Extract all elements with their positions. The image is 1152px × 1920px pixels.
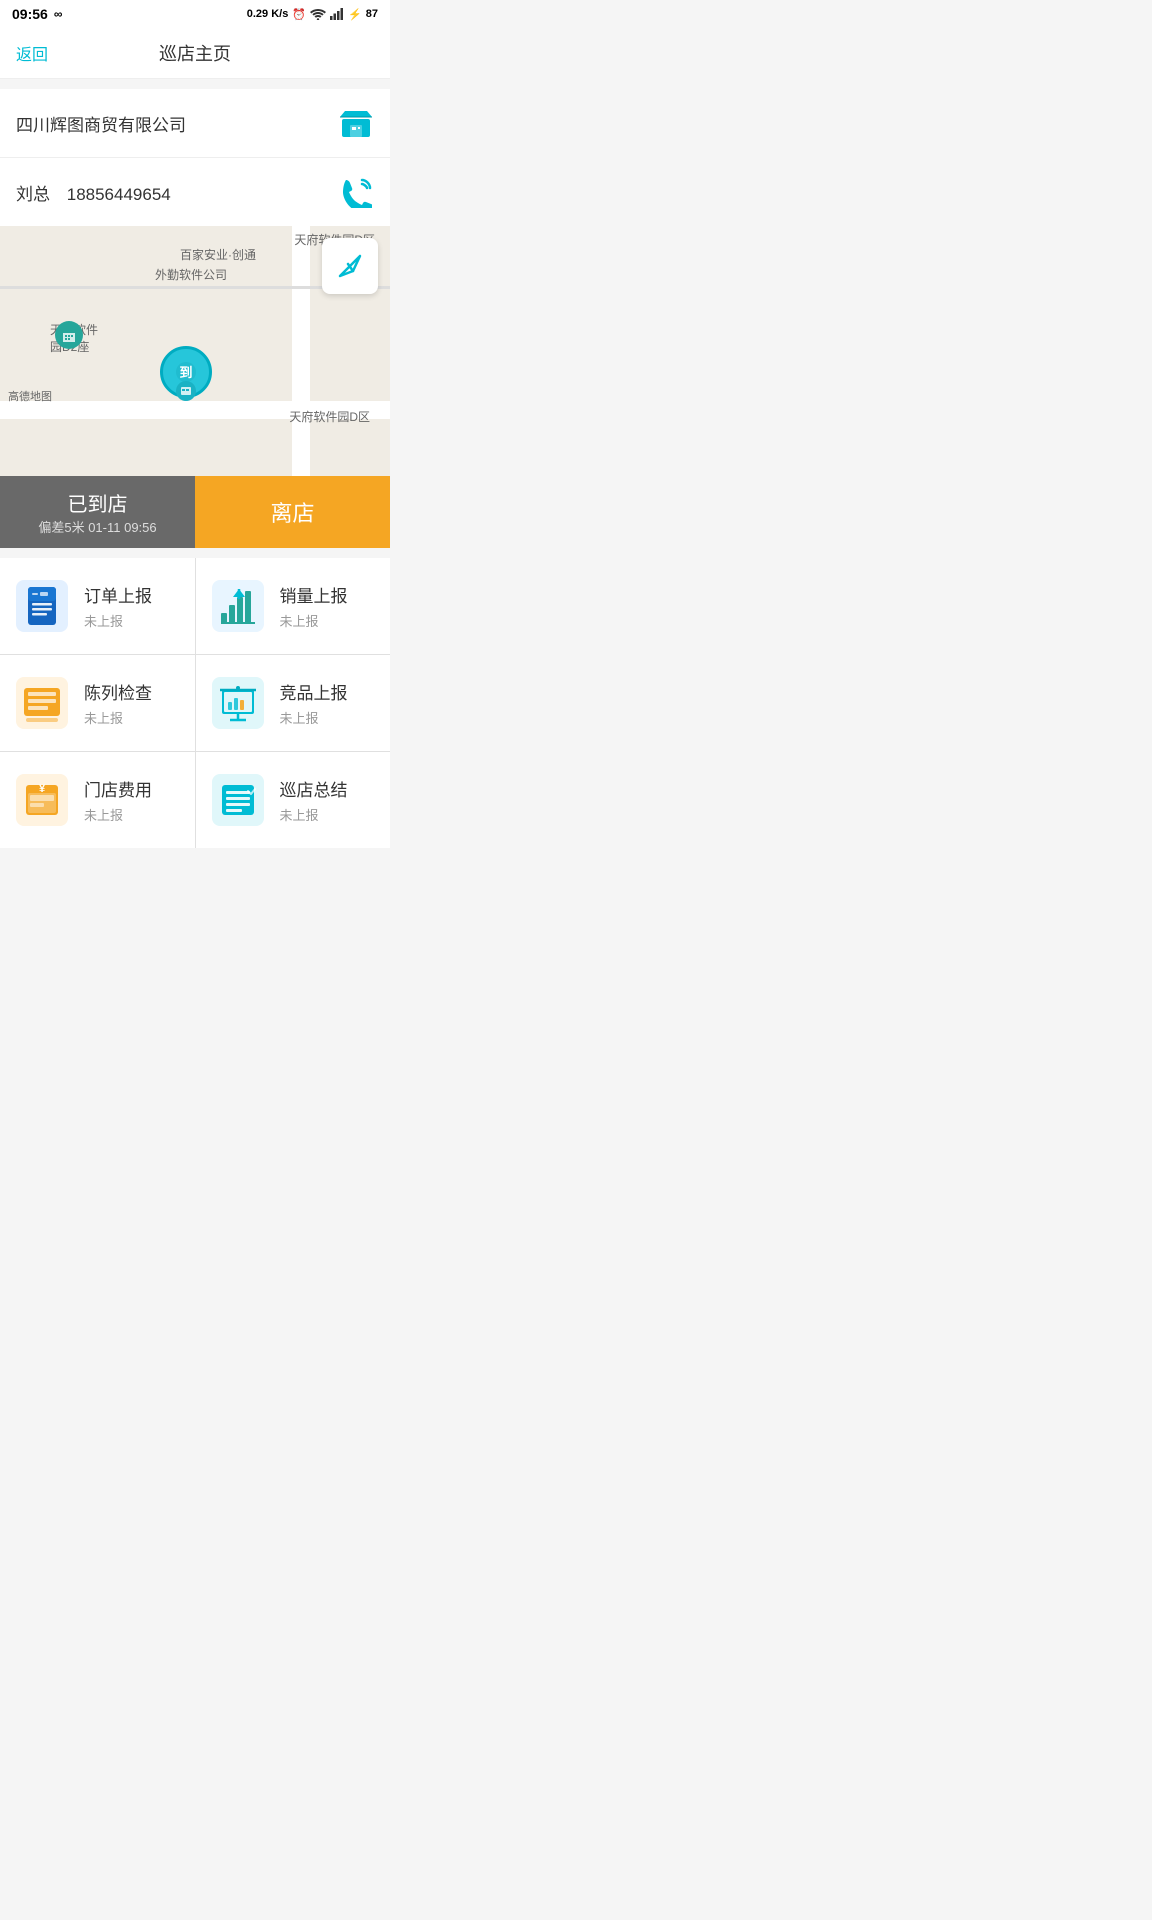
map-background: 百家安业·创通 外勤软件公司 天府软件园D区 天府软件 园D2座 天府软件园D区: [0, 226, 390, 476]
top-nav: 返回 巡店主页: [0, 28, 390, 79]
summary-status: 未上报: [280, 805, 348, 824]
poi-icon: [55, 321, 83, 349]
contact-row: 刘总 18856449654: [0, 158, 390, 226]
status-speed: 0.29 K/s: [247, 8, 289, 20]
expense-icon: ¥: [16, 774, 68, 826]
svg-text:¥: ¥: [39, 783, 46, 795]
marker-circle: 到: [160, 346, 212, 398]
summary-icon: [212, 774, 264, 826]
expense-status: 未上报: [84, 805, 152, 824]
menu-item-sales[interactable]: 销量上报 未上报: [196, 558, 391, 654]
order-text: 订单上报 未上报: [84, 582, 152, 630]
back-button[interactable]: 返回: [16, 41, 48, 65]
contact-phone: 18856449654: [67, 185, 171, 204]
store-name-row: 四川辉图商贸有限公司: [0, 89, 390, 158]
road-vertical: [292, 226, 310, 476]
competitor-title: 竞品上报: [280, 679, 348, 704]
sales-title: 销量上报: [280, 582, 348, 607]
status-signal-icon: [330, 8, 344, 20]
marker-sub-icon: [176, 381, 196, 401]
map-section: 百家安业·创通 外勤软件公司 天府软件园D区 天府软件 园D2座 天府软件园D区: [0, 226, 390, 548]
order-status: 未上报: [84, 611, 152, 630]
arrival-marker: 到: [160, 346, 212, 398]
status-charging-icon: ⚡: [348, 8, 362, 21]
map-label-park-bottom: 天府软件园D区: [289, 408, 370, 425]
menu-item-order[interactable]: 订单上报 未上报: [0, 558, 195, 654]
map-label-company2: 外勤软件公司: [155, 266, 227, 283]
menu-item-competitor[interactable]: 竞品上报 未上报: [196, 655, 391, 751]
status-time: 09:56: [12, 6, 48, 22]
summary-text: 巡店总结 未上报: [280, 776, 348, 824]
leave-button[interactable]: 离店: [195, 476, 390, 548]
menu-item-display[interactable]: 陈列检查 未上报: [0, 655, 195, 751]
competitor-icon: [212, 677, 264, 729]
expense-title: 门店费用: [84, 776, 152, 801]
arrived-sub-text: 偏差5米 01-11 09:56: [38, 517, 156, 536]
store-info-section: 四川辉图商贸有限公司 刘总 18856449654: [0, 89, 390, 226]
map-action-buttons: 已到店 偏差5米 01-11 09:56 离店: [0, 476, 390, 548]
store-name: 四川辉图商贸有限公司: [16, 111, 186, 136]
map-poi-marker: [55, 321, 83, 349]
order-icon: [16, 580, 68, 632]
order-title: 订单上报: [84, 582, 152, 607]
status-left: 09:56 ∞: [12, 6, 62, 22]
map-attribution: 高德地图: [8, 388, 52, 404]
status-infinity: ∞: [54, 7, 63, 21]
competitor-text: 竞品上报 未上报: [280, 679, 348, 727]
contact-info: 刘总 18856449654: [16, 180, 171, 205]
navigate-button[interactable]: [322, 238, 378, 294]
menu-item-expense[interactable]: ¥ 门店费用 未上报: [0, 752, 195, 848]
page-title: 巡店主页: [159, 40, 231, 66]
display-status: 未上报: [84, 708, 152, 727]
sales-status: 未上报: [280, 611, 348, 630]
competitor-status: 未上报: [280, 708, 348, 727]
sales-text: 销量上报 未上报: [280, 582, 348, 630]
leave-label: 离店: [270, 496, 314, 528]
arrived-button[interactable]: 已到店 偏差5米 01-11 09:56: [0, 476, 195, 548]
svg-text:到: 到: [179, 365, 192, 380]
menu-item-summary[interactable]: 巡店总结 未上报: [196, 752, 391, 848]
sales-icon: [212, 580, 264, 632]
display-title: 陈列检查: [84, 679, 152, 704]
arrived-main-text: 已到店: [68, 488, 128, 517]
summary-title: 巡店总结: [280, 776, 348, 801]
status-battery: 87: [366, 8, 378, 20]
status-wifi-icon: [310, 8, 326, 20]
map-container: 百家安业·创通 外勤软件公司 天府软件园D区 天府软件 园D2座 天府软件园D区: [0, 226, 390, 476]
menu-grid: 订单上报 未上报 销量上报 未上报: [0, 558, 390, 848]
map-label-company1: 百家安业·创通: [180, 246, 256, 263]
call-button[interactable]: [338, 174, 374, 210]
contact-name: 刘总: [16, 185, 50, 204]
display-icon: [16, 677, 68, 729]
display-text: 陈列检查 未上报: [84, 679, 152, 727]
expense-text: 门店费用 未上报: [84, 776, 152, 824]
status-bar: 09:56 ∞ 0.29 K/s ⏰ ⚡ 87: [0, 0, 390, 28]
status-alarm-icon: ⏰: [292, 8, 306, 21]
store-shop-icon: [338, 105, 374, 141]
status-right: 0.29 K/s ⏰ ⚡ 87: [247, 8, 378, 21]
